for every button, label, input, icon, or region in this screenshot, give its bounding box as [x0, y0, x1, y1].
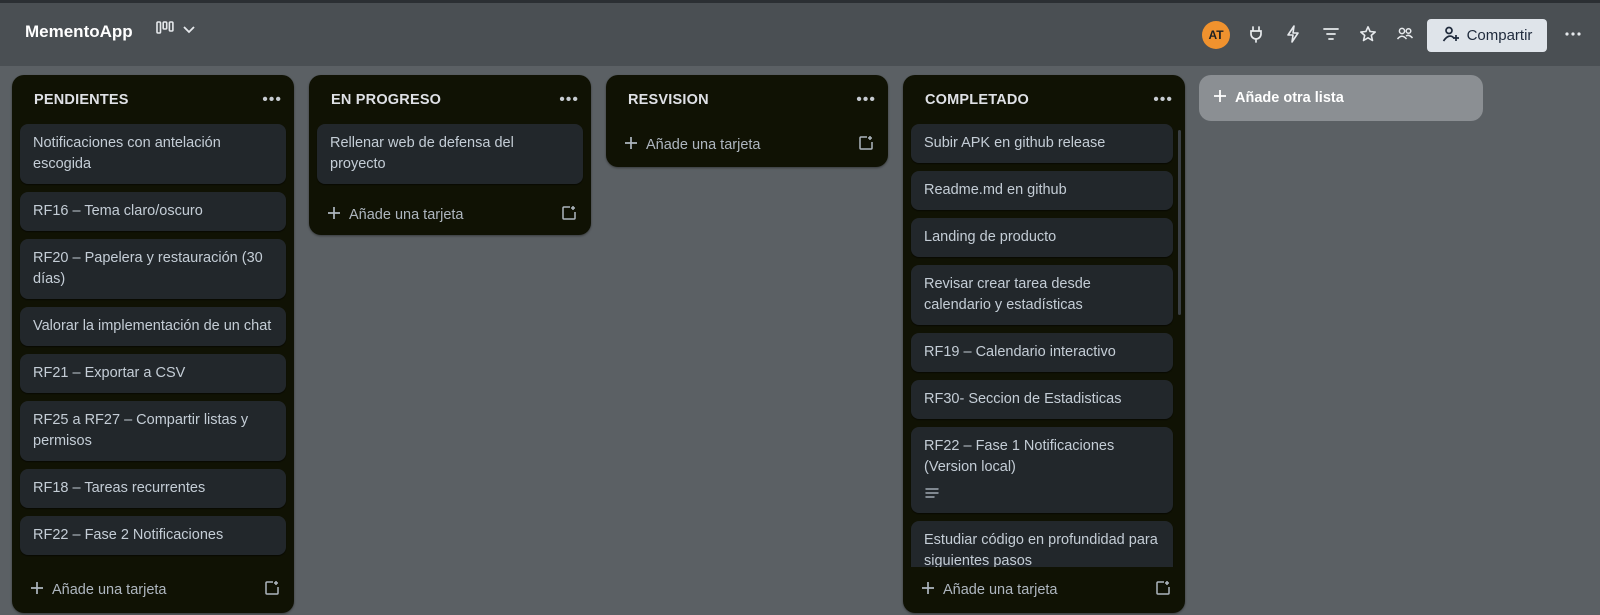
chevron-down-icon: [182, 22, 196, 40]
card[interactable]: RF16 – Tema claro/oscuro: [20, 192, 286, 231]
members-icon[interactable]: [1391, 20, 1419, 48]
filter-icon[interactable]: [1317, 20, 1345, 48]
card[interactable]: RF22 – Fase 2 Notificaciones: [20, 516, 286, 555]
list-title[interactable]: EN PROGRESO: [331, 92, 441, 108]
add-card-button[interactable]: Añade una tarjeta: [30, 581, 166, 599]
board-icon: [156, 21, 174, 40]
card[interactable]: RF20 – Papelera y restauración (30 días): [20, 239, 286, 299]
add-list-button[interactable]: Añade otra lista: [1199, 75, 1483, 121]
list-title[interactable]: COMPLETADO: [925, 92, 1029, 108]
card[interactable]: Landing de producto: [911, 218, 1173, 257]
card[interactable]: Rellenar web de defensa del proyecto: [317, 124, 583, 184]
list-completado: COMPLETADO ••• Subir APK en github relea…: [903, 75, 1185, 613]
star-icon[interactable]: [1354, 20, 1382, 48]
card[interactable]: Notificaciones con antelación escogida: [20, 124, 286, 184]
template-card-icon[interactable]: [1155, 580, 1171, 600]
more-icon[interactable]: [1559, 20, 1587, 48]
card[interactable]: Readme.md en github: [911, 171, 1173, 210]
template-card-icon[interactable]: [858, 135, 874, 155]
card-container: Rellenar web de defensa del proyecto: [309, 124, 591, 192]
plus-icon: [30, 581, 44, 599]
list-footer: Añade una tarjeta: [12, 567, 294, 613]
more-icon[interactable]: •••: [856, 91, 876, 109]
card-title: RF22 – Fase 1 Notificaciones (Version lo…: [924, 438, 1115, 475]
avatar[interactable]: AT: [1202, 21, 1230, 49]
add-card-label: Añade una tarjeta: [943, 582, 1058, 598]
board-view-switcher[interactable]: [156, 21, 196, 40]
add-card-button[interactable]: Añade una tarjeta: [327, 206, 463, 224]
card[interactable]: RF19 – Calendario interactivo: [911, 333, 1173, 372]
card[interactable]: RF21 – Exportar a CSV: [20, 354, 286, 393]
list-scrollbar[interactable]: [1178, 130, 1181, 315]
template-card-icon[interactable]: [264, 580, 280, 600]
more-icon[interactable]: •••: [559, 91, 579, 109]
card[interactable]: RF30- Seccion de Estadisticas: [911, 380, 1173, 419]
card[interactable]: RF18 – Tareas recurrentes: [20, 469, 286, 508]
list-footer: Añade una tarjeta: [309, 192, 591, 238]
add-card-label: Añade una tarjeta: [349, 207, 464, 223]
add-card-label: Añade una tarjeta: [646, 137, 761, 153]
share-button[interactable]: Compartir: [1427, 19, 1547, 52]
list-title[interactable]: RESVISION: [628, 92, 709, 108]
card[interactable]: Revisar crear tarea desde calendario y e…: [911, 265, 1173, 325]
description-icon: [924, 486, 1160, 504]
more-icon[interactable]: •••: [1153, 91, 1173, 109]
plug-icon[interactable]: [1242, 20, 1270, 48]
card[interactable]: Subir APK en github release: [911, 124, 1173, 163]
add-card-button[interactable]: Añade una tarjeta: [624, 136, 760, 154]
list-header: EN PROGRESO •••: [309, 75, 591, 124]
card-container: Subir APK en github release Readme.md en…: [903, 124, 1185, 567]
list-header: RESVISION •••: [606, 75, 888, 124]
top-bar: MementoApp AT Compartir: [0, 0, 1600, 66]
plus-icon: [624, 136, 638, 154]
list-en-progreso: EN PROGRESO ••• Rellenar web de defensa …: [309, 75, 591, 235]
list-footer: Añade una tarjeta: [606, 124, 888, 166]
app-title[interactable]: MementoApp: [25, 22, 133, 42]
lightning-icon[interactable]: [1279, 20, 1307, 48]
more-icon[interactable]: •••: [262, 91, 282, 109]
card[interactable]: Estudiar código en profundidad para sigu…: [911, 521, 1173, 567]
list-header: PENDIENTES •••: [12, 75, 294, 124]
card-with-description[interactable]: RF22 – Fase 1 Notificaciones (Version lo…: [911, 427, 1173, 513]
list-resvision: RESVISION ••• Añade una tarjeta: [606, 75, 888, 167]
plus-icon: [1213, 89, 1227, 107]
plus-icon: [327, 206, 341, 224]
share-button-label: Compartir: [1466, 27, 1533, 44]
template-card-icon[interactable]: [561, 205, 577, 225]
list-title[interactable]: PENDIENTES: [34, 92, 129, 108]
add-card-button[interactable]: Añade una tarjeta: [921, 581, 1057, 599]
list-pendientes: PENDIENTES ••• Notificaciones con antela…: [12, 75, 294, 613]
add-person-icon: [1442, 26, 1460, 46]
plus-icon: [921, 581, 935, 599]
card-container: Notificaciones con antelación escogida R…: [12, 124, 294, 567]
card[interactable]: Valorar la implementación de un chat: [20, 307, 286, 346]
list-footer: Añade una tarjeta: [903, 567, 1185, 613]
card[interactable]: RF25 a RF27 – Compartir listas y permiso…: [20, 401, 286, 461]
add-list-label: Añade otra lista: [1235, 90, 1344, 106]
add-card-label: Añade una tarjeta: [52, 582, 167, 598]
list-header: COMPLETADO •••: [903, 75, 1185, 124]
